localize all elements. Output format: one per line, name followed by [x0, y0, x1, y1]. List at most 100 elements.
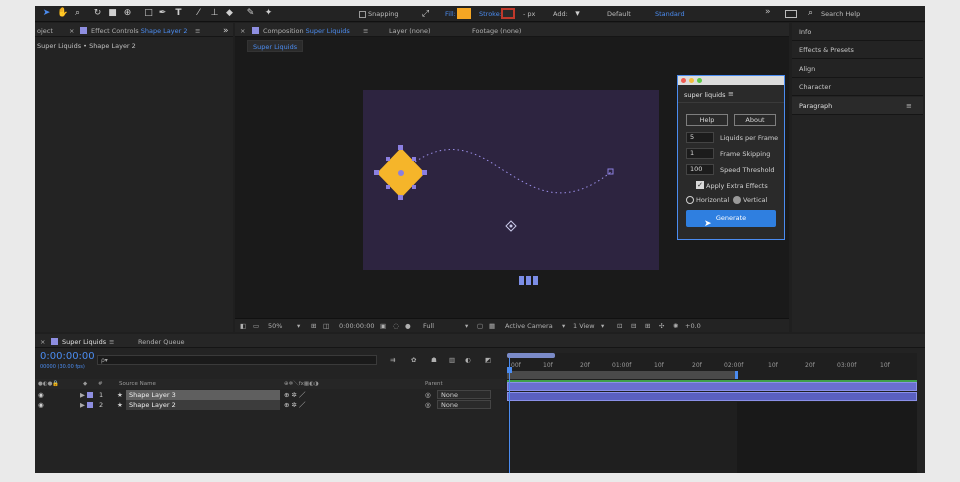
search-help-input[interactable]: Search Help	[821, 10, 860, 18]
work-area-span[interactable]	[507, 371, 737, 379]
monitor-icon[interactable]: ▭	[253, 322, 259, 330]
composition-canvas[interactable]	[363, 90, 659, 270]
timeline-graph-area[interactable]: 00f 10f 20f 01:00f 10f 20f 02:00f 10f 20…	[507, 353, 917, 473]
layer-2-label-color[interactable]	[87, 402, 93, 408]
anchor-point[interactable]	[398, 170, 404, 176]
workspaces-overflow[interactable]: »	[765, 7, 771, 17]
workspace-standard[interactable]: Standard	[655, 10, 685, 18]
tab-effect-controls[interactable]: Effect Controls Shape Layer 2	[91, 27, 187, 35]
panel-paragraph[interactable]: Paragraph	[792, 97, 923, 115]
snapping-checkbox[interactable]	[359, 10, 366, 18]
snapshot-icon[interactable]: ▣	[380, 322, 386, 330]
region-of-interest-icon[interactable]: ▢	[477, 322, 483, 330]
eraser-tool-icon[interactable]: ◆	[224, 8, 235, 19]
add-dropdown-icon[interactable]: ▾	[572, 9, 583, 20]
null-marker[interactable]	[505, 220, 517, 232]
layer-1-switches-icon[interactable]: ⊕ ✲ ／	[284, 390, 306, 400]
maximize-window-icon[interactable]	[697, 78, 702, 83]
exposure-value[interactable]: +0.0	[685, 322, 701, 330]
hide-shy-layers-icon[interactable]: ☗	[431, 356, 437, 364]
sync-settings-icon[interactable]	[785, 10, 797, 18]
mask-visibility-icon[interactable]: ◫	[323, 322, 329, 330]
panel-character[interactable]: Character	[792, 78, 923, 96]
transparency-grid-icon[interactable]: ▦	[489, 322, 495, 330]
type-tool-icon[interactable]: T	[173, 8, 184, 19]
graph-editor-icon[interactable]: ◩	[485, 356, 491, 364]
source-name-header[interactable]: Source Name	[119, 379, 156, 389]
layer-1-visibility-icon[interactable]: ◉	[38, 390, 44, 400]
timeline-timecode[interactable]: 0:00:00:00	[40, 351, 95, 362]
hand-tool-icon[interactable]: ✋	[57, 8, 68, 19]
comp-mini-flowchart-icon[interactable]: ⇉	[390, 356, 395, 364]
generate-button[interactable]: Generate	[686, 210, 776, 227]
always-preview-icon[interactable]: ◧	[240, 322, 246, 330]
tab-render-queue[interactable]: Render Queue	[138, 338, 185, 346]
stroke-width-value[interactable]: - px	[523, 10, 535, 18]
pan-behind-tool-icon[interactable]: ⊕	[122, 8, 133, 19]
plugin-menu-icon[interactable]: ≡	[728, 90, 734, 98]
panel-align[interactable]: Align	[792, 60, 923, 78]
workspace-default[interactable]: Default	[607, 10, 631, 18]
timeline-search-input[interactable]: ρ▾	[97, 355, 377, 365]
close-window-icon[interactable]	[681, 78, 686, 83]
comp-panel-menu-icon[interactable]: ≡	[363, 27, 368, 35]
close-comp-tab-icon[interactable]: ×	[240, 27, 245, 35]
apply-extra-effects-checkbox[interactable]: ✓	[696, 181, 704, 189]
work-area-bar[interactable]	[507, 353, 555, 358]
fast-previews-icon[interactable]: ⊟	[631, 322, 636, 330]
frame-blending-icon[interactable]: ▥	[449, 356, 455, 364]
layer-2-name[interactable]: Shape Layer 2	[126, 400, 280, 410]
liquids-per-frame-input[interactable]: 5	[686, 132, 714, 143]
grid-guides-icon[interactable]: ⊞	[311, 322, 316, 330]
layer-2-pickwhip-icon[interactable]: ◎	[425, 400, 431, 410]
tab-project[interactable]: oject	[37, 27, 53, 35]
layer-2-switches-icon[interactable]: ⊕ ✲ ／	[284, 400, 306, 410]
comp-sub-tab[interactable]: Super Liquids	[247, 40, 304, 52]
clone-stamp-tool-icon[interactable]: ⊥	[209, 8, 220, 19]
layer-row-1[interactable]: ◉ ▶ 1 ★ Shape Layer 3 ⊕ ✲ ／ ◎ None	[35, 390, 505, 400]
layer-1-name[interactable]: Shape Layer 3	[126, 390, 280, 400]
motion-blur-icon[interactable]: ◐	[465, 356, 471, 364]
layer-2-expand-icon[interactable]: ▶	[80, 400, 85, 410]
color-channel-icon[interactable]: ●	[405, 322, 411, 330]
horizontal-radio[interactable]	[686, 196, 694, 204]
playhead-handle[interactable]	[507, 367, 512, 373]
toggle-pixel-aspect-icon[interactable]: ⊡	[617, 322, 622, 330]
layer-1-parent-dropdown[interactable]: None	[437, 390, 491, 399]
view-layout-dropdown[interactable]: 1 View	[573, 322, 595, 330]
panel-effects-presets[interactable]: Effects & Presets	[792, 41, 923, 59]
vertical-radio[interactable]	[733, 196, 741, 204]
flowchart-icon[interactable]: ✣	[659, 322, 664, 330]
show-snapshot-icon[interactable]: ◌	[393, 322, 399, 330]
pen-tool-icon[interactable]: ✒	[157, 8, 168, 19]
about-button[interactable]: About	[734, 114, 776, 126]
playhead-line[interactable]	[509, 358, 510, 473]
draft-3d-icon[interactable]: ✿	[411, 356, 416, 364]
layer-1-expand-icon[interactable]: ▶	[80, 390, 85, 400]
zoom-tool-icon[interactable]: ⌕	[72, 8, 83, 19]
panel-menu-icon[interactable]: ≡	[195, 27, 200, 35]
brush-tool-icon[interactable]: ⁄	[193, 8, 204, 19]
camera-view-dropdown[interactable]: Active Camera	[505, 322, 553, 330]
tab-composition[interactable]: Composition Super Liquids	[263, 27, 350, 35]
tab-layer[interactable]: Layer (none)	[389, 27, 430, 35]
snapping-toggle[interactable]: Snapping	[359, 10, 399, 18]
work-area-end-marker[interactable]	[735, 371, 738, 379]
add-label[interactable]: Add:	[553, 10, 568, 18]
help-button[interactable]: Help	[686, 114, 728, 126]
tab-footage[interactable]: Footage (none)	[472, 27, 521, 35]
path-end-vertex[interactable]	[607, 168, 614, 175]
puppet-pin-tool-icon[interactable]: ✦	[263, 8, 274, 19]
rotate-tool-icon[interactable]: ↻	[92, 8, 103, 19]
exposure-reset-icon[interactable]: ✺	[673, 322, 678, 330]
minimize-window-icon[interactable]	[689, 78, 694, 83]
roto-brush-tool-icon[interactable]: ✎	[245, 8, 256, 19]
paragraph-menu-icon[interactable]: ≡	[906, 102, 912, 110]
speed-threshold-input[interactable]: 100	[686, 164, 714, 175]
frame-skipping-input[interactable]: 1	[686, 148, 714, 159]
tab-timeline-super-liquids[interactable]: Super Liquids	[62, 338, 106, 346]
resolution-dropdown[interactable]: Full	[423, 322, 434, 330]
layer-1-label-color[interactable]	[87, 392, 93, 398]
rectangle-tool-icon[interactable]: □	[143, 8, 154, 19]
zoom-level-dropdown[interactable]: 50%	[268, 322, 282, 330]
